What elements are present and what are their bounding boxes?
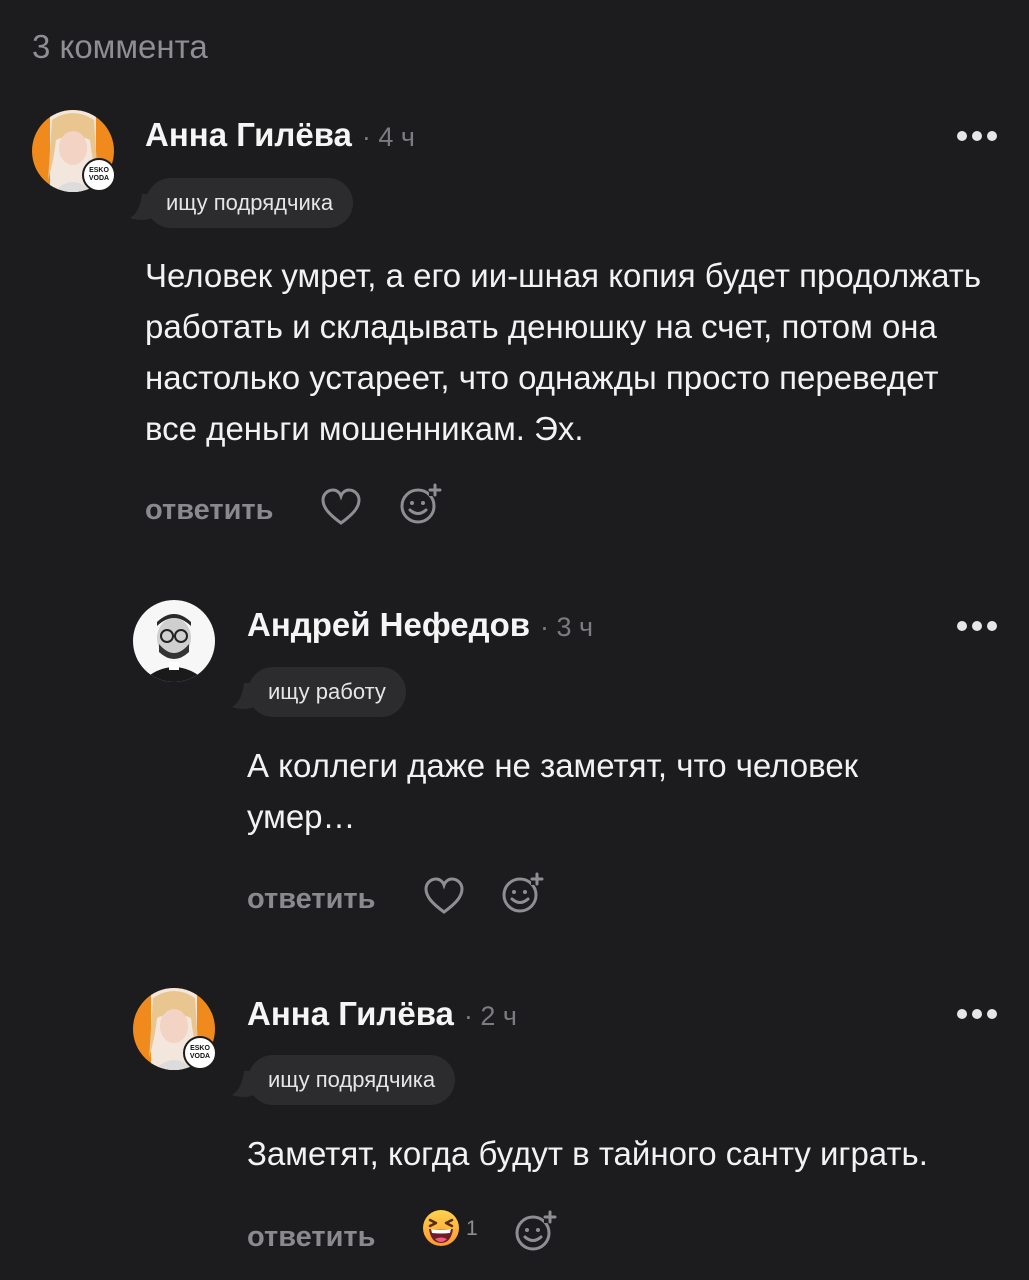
status-tag: ищу подрядчика [130,178,390,228]
dot-icon [987,1009,997,1019]
timestamp: · 4 ч [361,122,415,152]
avatar[interactable]: ESKO VODA [133,988,217,1070]
more-options-button[interactable] [957,128,997,144]
avatar[interactable] [133,600,215,682]
dot-icon [957,1009,967,1019]
reply-button[interactable]: ответить [247,883,375,916]
heart-icon[interactable] [423,876,465,916]
status-tag-label: ищу подрядчика [146,178,354,228]
status-tag: ищу подрядчика [232,1055,492,1105]
avatar[interactable]: ESKO VODA [32,110,116,192]
dot-icon [987,621,997,631]
comment-actions: ответить [247,883,375,916]
reaction-count: 1 [466,1217,478,1240]
author-name[interactable]: Анна Гилёва [247,995,454,1033]
author-name[interactable]: Андрей Нефедов [247,606,530,644]
comment-text: Заметят, когда будут в тайного санту игр… [247,1135,928,1172]
dot-icon [987,131,997,141]
comment-text: А коллеги даже не заметят, что человек у… [247,747,859,835]
comments-section: 3 коммента ESKO VODA Анна Гилёва · 4 ч и… [0,0,1029,1280]
company-badge: ESKO VODA [183,1036,217,1070]
add-reaction-icon[interactable] [398,482,442,526]
timestamp: · 3 ч [540,612,594,642]
author-line: Анна Гилёва · 2 ч [247,995,517,1033]
avatar-photo [133,600,215,682]
author-line: Андрей Нефедов · 3 ч [247,606,593,644]
status-tag-label: ищу работу [248,667,406,717]
dot-icon [972,131,982,141]
dot-icon [957,621,967,631]
status-tag-label: ищу подрядчика [248,1055,456,1105]
more-options-button[interactable] [957,618,997,634]
more-options-button[interactable] [957,1006,997,1022]
author-name[interactable]: Анна Гилёва [145,116,352,154]
dot-icon [972,1009,982,1019]
dot-icon [972,621,982,631]
add-reaction-icon[interactable] [513,1209,557,1253]
comment-text: Человек умрет, а его ии-шная копия будет… [145,257,982,447]
comment-actions: ответить [145,494,273,527]
status-tag: ищу работу [232,667,432,717]
add-reaction-icon[interactable] [500,871,544,915]
reply-button[interactable]: ответить [247,1221,375,1254]
comments-count: 3 коммента [32,28,208,65]
grinning-squint-face-icon[interactable] [421,1208,461,1248]
reply-button[interactable]: ответить [145,494,273,527]
company-badge: ESKO VODA [82,158,116,192]
dot-icon [957,131,967,141]
timestamp: · 2 ч [463,1001,517,1031]
heart-icon[interactable] [320,487,362,527]
comment-actions: ответить [247,1221,375,1254]
author-line: Анна Гилёва · 4 ч [145,116,415,154]
